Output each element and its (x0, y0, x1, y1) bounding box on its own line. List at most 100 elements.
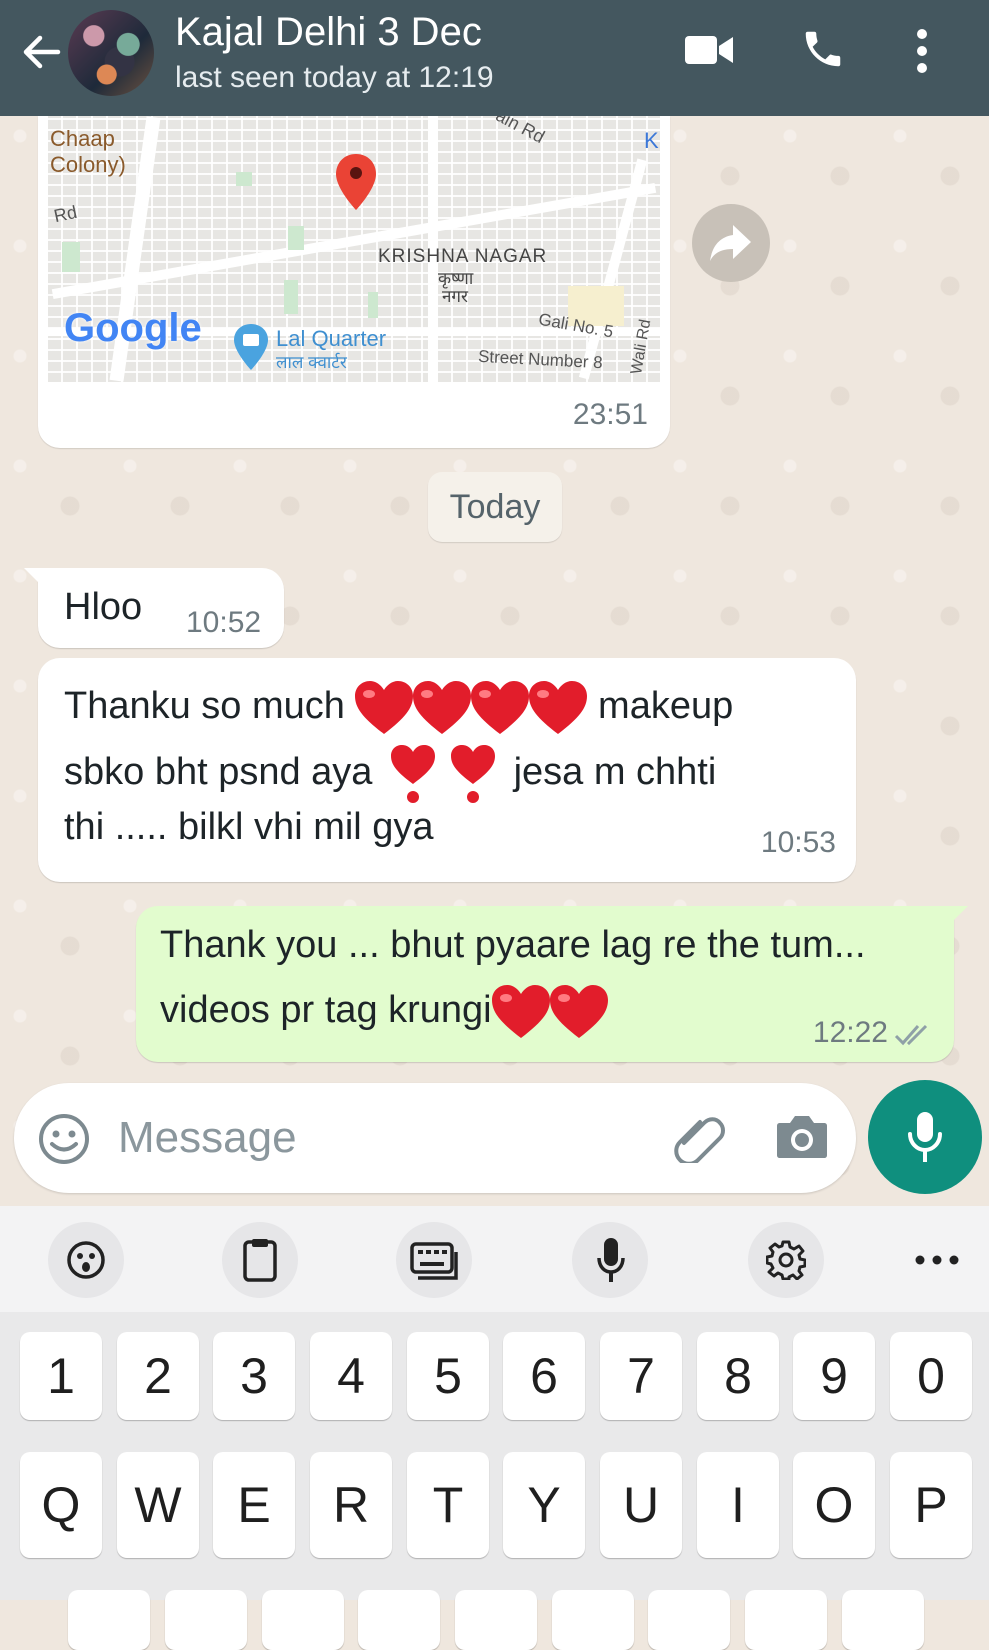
keyboard-mode-icon (410, 1242, 458, 1280)
map-label-lal-quarter: Lal Quarter (276, 326, 387, 351)
back-arrow-icon[interactable] (18, 28, 66, 76)
key-partial[interactable] (68, 1590, 150, 1650)
map-label-krishna-nagar: KRISHNA NAGAR (378, 246, 548, 267)
key-1[interactable]: 1 (20, 1332, 102, 1420)
red-heart-icon (413, 681, 472, 734)
message-text: Hloo (64, 586, 143, 628)
key-r[interactable]: R (310, 1452, 392, 1558)
outgoing-message[interactable]: Thank you ... bhut pyaare lag re the tum… (136, 906, 968, 1062)
key-partial[interactable] (745, 1590, 827, 1650)
message-text: Thank you ... bhut pyaare lag re the tum… (160, 924, 866, 966)
key-6[interactable]: 6 (503, 1332, 585, 1420)
key-7[interactable]: 7 (600, 1332, 682, 1420)
key-w[interactable]: W (117, 1452, 199, 1558)
video-call-icon[interactable] (684, 32, 734, 68)
red-heart-icon (355, 681, 414, 734)
key-0[interactable]: 0 (890, 1332, 972, 1420)
message-text: jesa m chhti (513, 751, 717, 794)
map-label-street: Street Number 8 (477, 346, 604, 373)
message-text: sbko bht psnd aya (64, 751, 373, 794)
map-label-main-rd: ain Rd (492, 116, 548, 148)
key-u[interactable]: U (600, 1452, 682, 1558)
key-i[interactable]: I (697, 1452, 779, 1558)
camera-icon[interactable] (776, 1113, 828, 1159)
key-partial[interactable] (552, 1590, 634, 1650)
clipboard-icon (243, 1239, 277, 1282)
on-screen-keyboard: 1 2 3 4 5 6 7 8 9 0 Q W E R T Y U I O P (0, 1206, 989, 1650)
map-label-k: K (644, 128, 659, 153)
place-pin-icon (234, 324, 268, 370)
voice-input-icon (597, 1238, 625, 1282)
key-5[interactable]: 5 (407, 1332, 489, 1420)
message-time: 10:53 (760, 826, 836, 859)
message-text: makeup (598, 685, 734, 728)
message-line: Thanku so much makeup (64, 680, 733, 736)
map-thumbnail[interactable]: Chaap Colony) Rd ain Rd K KRISHNA NAGAR … (48, 116, 660, 382)
chat-header: Kajal Delhi 3 Dec last seen today at 12:… (0, 0, 989, 116)
map-label-lal-quarter-hindi: लाल क्वार्टर (276, 353, 347, 372)
settings-gear-icon (766, 1240, 806, 1280)
map-label-chaap: Chaap (50, 126, 115, 151)
keyboard-more-button[interactable] (900, 1222, 976, 1298)
key-partial[interactable] (648, 1590, 730, 1650)
key-e[interactable]: E (213, 1452, 295, 1558)
message-composer[interactable]: Message (14, 1083, 856, 1193)
last-seen-status: last seen today at 12:19 (175, 61, 494, 94)
key-2[interactable]: 2 (117, 1332, 199, 1420)
heart-exclamation-icon (451, 745, 495, 803)
key-o[interactable]: O (793, 1452, 875, 1558)
keyboard-toolbar (0, 1206, 989, 1312)
key-partial[interactable] (165, 1590, 247, 1650)
avatar[interactable] (68, 10, 154, 96)
message-input[interactable]: Message (118, 1113, 297, 1163)
key-partial[interactable] (262, 1590, 344, 1650)
voice-input-button[interactable] (572, 1222, 648, 1298)
message-line: sbko bht psnd aya jesa m chhti (64, 744, 716, 804)
map-label-colony: Colony) (50, 152, 126, 177)
message-text: thi ..... bilkl vhi mil gya (64, 806, 434, 848)
location-message[interactable]: Chaap Colony) Rd ain Rd K KRISHNA NAGAR … (38, 116, 670, 448)
forward-button[interactable] (692, 204, 770, 282)
message-time: 10:52 (186, 606, 262, 639)
key-partial[interactable] (455, 1590, 537, 1650)
key-t[interactable]: T (407, 1452, 489, 1558)
key-4[interactable]: 4 (310, 1332, 392, 1420)
map-label-wali-rd: Wali Rd (628, 318, 655, 376)
message-time: 23:51 (572, 398, 648, 431)
location-pin-icon (336, 154, 376, 210)
attach-icon[interactable] (670, 1113, 726, 1163)
key-3[interactable]: 3 (213, 1332, 295, 1420)
voice-message-button[interactable] (868, 1080, 982, 1194)
message-text: videos pr tag krungi (160, 989, 492, 1032)
key-8[interactable]: 8 (697, 1332, 779, 1420)
key-partial[interactable] (358, 1590, 440, 1650)
forward-icon (710, 225, 751, 261)
key-y[interactable]: Y (503, 1452, 585, 1558)
message-line: videos pr tag krungi (160, 984, 608, 1040)
key-p[interactable]: P (890, 1452, 972, 1558)
key-9[interactable]: 9 (793, 1332, 875, 1420)
key-partial[interactable] (842, 1590, 924, 1650)
mic-icon (908, 1112, 942, 1162)
more-vert-icon[interactable] (912, 26, 932, 76)
red-heart-icon (549, 985, 608, 1038)
incoming-message[interactable]: Hloo 10:52 (24, 568, 284, 648)
heart-emoji-row (355, 681, 598, 734)
contact-name[interactable]: Kajal Delhi 3 Dec (175, 6, 482, 58)
red-heart-icon (529, 681, 588, 734)
red-heart-icon (491, 985, 550, 1038)
clipboard-button[interactable] (222, 1222, 298, 1298)
emoji-face-button[interactable] (48, 1222, 124, 1298)
red-heart-icon (471, 681, 530, 734)
keyboard-settings-button[interactable] (748, 1222, 824, 1298)
key-q[interactable]: Q (20, 1452, 102, 1558)
map-label-rd: Rd (52, 201, 79, 227)
emoji-face-icon (67, 1241, 105, 1279)
incoming-message[interactable]: Thanku so much makeup sbko bht psnd aya … (38, 658, 856, 882)
keyboard-mode-button[interactable] (396, 1222, 472, 1298)
heart-exclamation-icon (391, 745, 435, 803)
emoji-icon[interactable] (38, 1113, 90, 1165)
map-label-nagar-hindi: नगर (442, 287, 468, 306)
date-chip: Today (428, 472, 562, 542)
voice-call-icon[interactable] (800, 26, 846, 72)
